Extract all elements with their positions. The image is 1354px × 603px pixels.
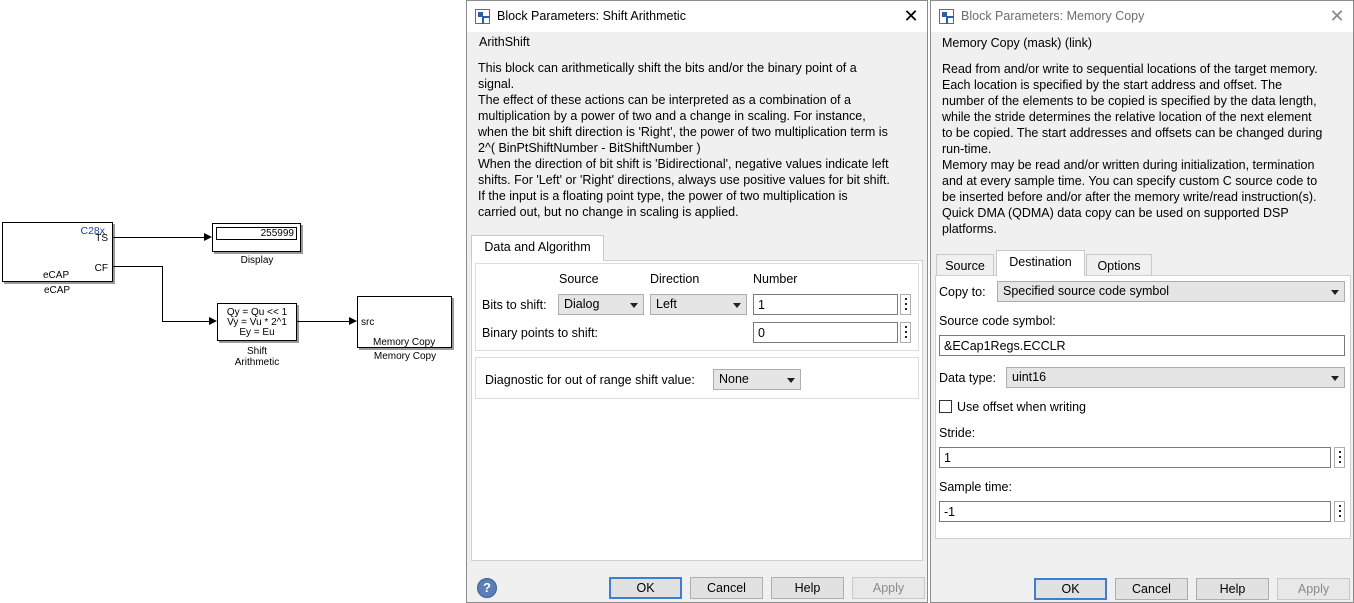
ecap-port-ts: TS [95, 233, 108, 244]
sample-time-label: Sample time: [939, 480, 1012, 494]
chevron-down-icon [1331, 376, 1339, 381]
shift-arithmetic-block[interactable]: Qy = Qu << 1 Vy = Vu * 2^1 Ey = Eu [217, 303, 297, 341]
display-block-name[interactable]: Display [232, 255, 282, 266]
memory-copy-block[interactable]: src Memory Copy [357, 296, 452, 348]
shift-arithmetic-dialog[interactable]: Block Parameters: Shift Arithmetic ✕ Ari… [466, 0, 928, 603]
shift-dialog-titlebar[interactable]: Block Parameters: Shift Arithmetic ✕ [467, 1, 927, 32]
close-icon[interactable]: ✕ [899, 5, 923, 27]
wire-cf-to-shift [162, 321, 210, 322]
more-options-icon[interactable] [1334, 447, 1345, 468]
wire-shift-memcopy [297, 321, 350, 322]
copy-to-value: Specified source code symbol [1003, 284, 1170, 298]
chevron-down-icon [1331, 290, 1339, 295]
bits-direction-select[interactable]: Left [650, 294, 747, 315]
data-type-value: uint16 [1012, 370, 1047, 384]
ecap-block-name[interactable]: eCAP [40, 285, 74, 296]
shift-parameters-panel: Source Direction Number Bits to shift: D… [471, 260, 923, 561]
diagnostic-label: Diagnostic for out of range shift value: [485, 373, 695, 387]
shift-diagnostic-group: Diagnostic for out of range shift value:… [475, 357, 919, 399]
chevron-down-icon [733, 303, 741, 308]
shift-block-name-1[interactable]: Shift [227, 346, 287, 357]
more-options-icon[interactable] [900, 322, 911, 343]
memcopy-ok-button[interactable]: OK [1034, 578, 1107, 600]
memcopy-port-src: src [361, 317, 375, 328]
memcopy-description: Read from and/or write to sequential loc… [942, 62, 1323, 236]
display-value: 255999 [260, 228, 294, 239]
stride-label: Stride: [939, 426, 976, 440]
chevron-down-icon [787, 378, 795, 383]
more-options-icon[interactable] [1334, 501, 1345, 522]
memcopy-apply-button[interactable]: Apply [1277, 578, 1350, 600]
bits-number-input[interactable] [753, 294, 898, 315]
memcopy-destination-panel: Copy to: Specified source code symbol So… [935, 275, 1351, 539]
memcopy-cancel-button[interactable]: Cancel [1115, 578, 1188, 600]
display-block[interactable]: 255999 [212, 223, 301, 252]
close-icon[interactable]: ✕ [1325, 5, 1349, 27]
column-source-label: Source [559, 272, 599, 286]
memory-copy-dialog[interactable]: Block Parameters: Memory Copy ✕ Memory C… [930, 0, 1354, 603]
arrow-memcopy-in [349, 317, 357, 325]
wire-cf-horizontal [113, 266, 163, 267]
column-direction-label: Direction [650, 272, 700, 286]
data-type-select[interactable]: uint16 [1006, 367, 1345, 388]
wire-cf-vertical [162, 266, 163, 322]
source-symbol-input[interactable] [939, 335, 1345, 356]
shift-line-3: Ey = Eu [239, 327, 275, 338]
bits-to-shift-label: Bits to shift: [482, 298, 547, 312]
shift-help-button[interactable]: Help [771, 577, 844, 599]
bits-source-select[interactable]: Dialog [558, 294, 644, 315]
shift-apply-button[interactable]: Apply [852, 577, 925, 599]
memcopy-section-label: Memory Copy (mask) (link) [942, 36, 1093, 50]
binary-points-input[interactable] [753, 322, 898, 343]
tab-source[interactable]: Source [936, 254, 994, 277]
column-number-label: Number [753, 272, 798, 286]
arrow-shift-in [209, 317, 217, 325]
display-value-box: 255999 [216, 227, 297, 240]
copy-to-label: Copy to: [939, 285, 986, 299]
diagnostic-select[interactable]: None [713, 369, 801, 390]
diagnostic-value: None [719, 372, 749, 386]
bits-source-value: Dialog [564, 297, 600, 311]
simulink-window-icon [939, 9, 954, 24]
tab-data-and-algorithm[interactable]: Data and Algorithm [471, 235, 604, 261]
more-options-icon[interactable] [900, 294, 911, 315]
shift-block-name-2[interactable]: Arithmetic [227, 357, 287, 368]
memcopy-dialog-titlebar[interactable]: Block Parameters: Memory Copy ✕ [931, 1, 1353, 32]
wire-ts-display [113, 237, 205, 238]
ecap-block[interactable]: C28x TS CF eCAP [2, 222, 113, 282]
simulink-window-icon [475, 9, 490, 24]
shift-ok-button[interactable]: OK [609, 577, 682, 599]
shift-dialog-title: Block Parameters: Shift Arithmetic [497, 9, 686, 23]
memcopy-inner-label: Memory Copy [373, 337, 436, 348]
chevron-down-icon [630, 303, 638, 308]
binary-points-label: Binary points to shift: [482, 326, 599, 340]
shift-bits-group: Source Direction Number Bits to shift: D… [475, 263, 919, 351]
source-symbol-label: Source code symbol: [939, 314, 1056, 328]
shift-section-label: ArithShift [479, 35, 530, 49]
tab-destination[interactable]: Destination [996, 250, 1085, 276]
use-offset-label: Use offset when writing [957, 400, 1086, 414]
memcopy-help-button[interactable]: Help [1196, 578, 1269, 600]
shift-description: This block can arithmetically shift the … [478, 61, 890, 219]
data-type-label: Data type: [939, 371, 996, 385]
bits-direction-value: Left [656, 297, 677, 311]
copy-to-select[interactable]: Specified source code symbol [997, 281, 1345, 302]
sample-time-input[interactable] [939, 501, 1331, 522]
tab-options[interactable]: Options [1086, 254, 1152, 277]
help-icon[interactable]: ? [477, 578, 497, 598]
ecap-inner-label: eCAP [43, 270, 70, 281]
arrow-display-in [204, 233, 212, 241]
ecap-port-cf: CF [94, 263, 108, 274]
stride-input[interactable] [939, 447, 1331, 468]
shift-cancel-button[interactable]: Cancel [690, 577, 763, 599]
simulink-canvas[interactable]: C28x TS CF eCAP eCAP 255999 Display Qy =… [0, 0, 466, 603]
memcopy-block-name[interactable]: Memory Copy [367, 351, 443, 362]
memcopy-dialog-title: Block Parameters: Memory Copy [961, 9, 1145, 23]
use-offset-checkbox[interactable] [939, 400, 952, 413]
